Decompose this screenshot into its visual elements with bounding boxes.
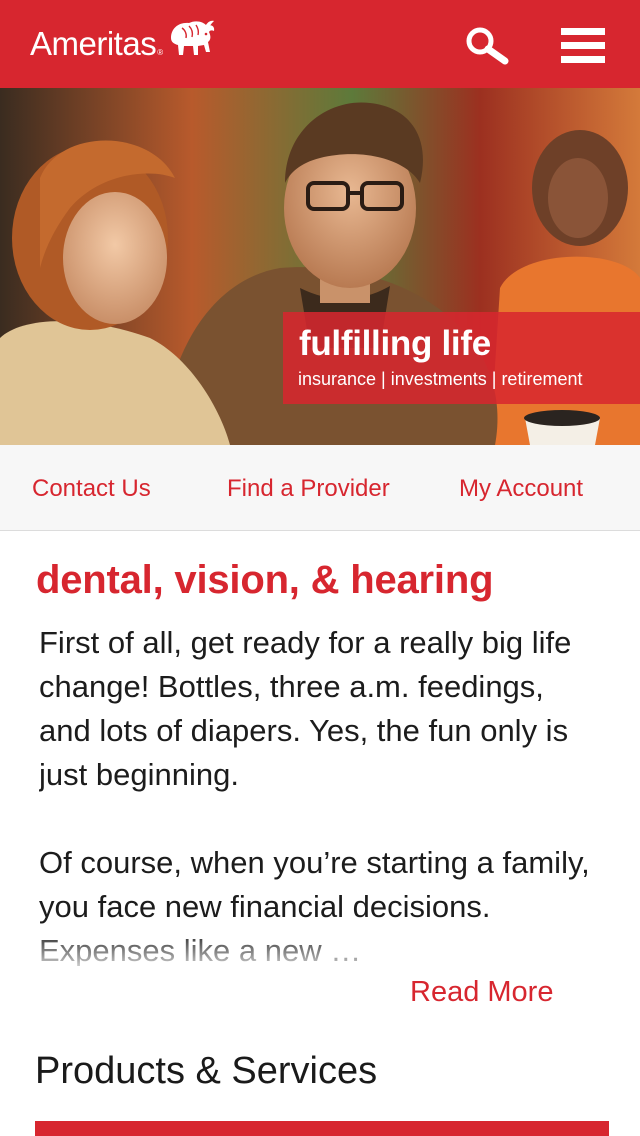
quick-links-bar: Contact Us Find a Provider My Account [0,445,640,531]
bison-logo-icon [171,20,215,55]
registered-mark: ® [157,48,164,57]
top-header: Ameritas ® [0,0,640,88]
search-button[interactable] [460,22,514,68]
article-paragraph: First of all, get ready for a really big… [39,625,572,792]
search-icon [466,27,509,65]
tagline-subtitle: insurance | investments | retirement [298,369,583,389]
tagline-title: fulfilling life [299,324,491,363]
products-services-bar[interactable] [35,1121,609,1136]
article-body: First of all, get ready for a really big… [39,621,599,966]
ameritas-logo[interactable]: Ameritas ® [30,20,217,66]
text-fade [0,930,640,970]
article-title: dental, vision, & hearing [36,558,494,602]
brand-name: Ameritas [30,25,157,62]
find-a-provider-link[interactable]: Find a Provider [227,475,390,503]
hero-banner: fulfilling life insurance | investments … [0,88,640,445]
contact-us-link[interactable]: Contact Us [32,475,151,503]
my-account-link[interactable]: My Account [459,475,583,503]
read-more-link[interactable]: Read More [410,976,553,1009]
menu-line [561,41,605,49]
products-services-heading: Products & Services [35,1050,378,1092]
hamburger-menu-icon[interactable] [556,22,610,68]
menu-line [561,27,605,35]
tagline-overlay: fulfilling life insurance | investments … [283,312,640,404]
menu-line [561,55,605,63]
